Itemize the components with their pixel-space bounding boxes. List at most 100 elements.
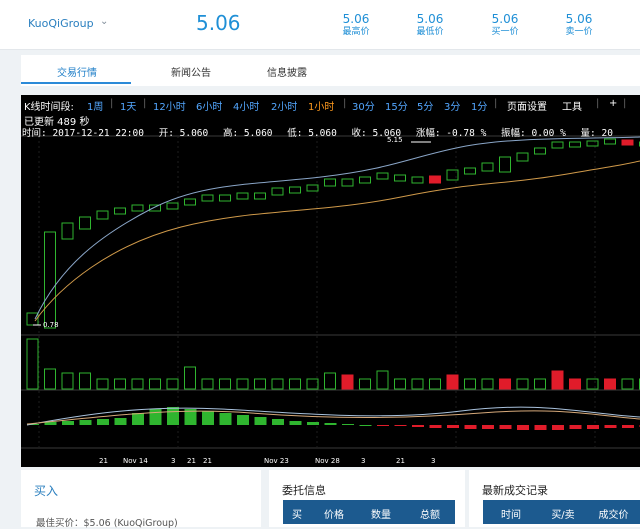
macd-bar-up bbox=[307, 422, 319, 425]
period-4h[interactable]: 4小时 bbox=[233, 98, 259, 113]
volume-bar-up bbox=[202, 379, 213, 389]
trades-panel: 最新成交记录 时间 买/卖 成交价 bbox=[469, 470, 640, 527]
period-12h[interactable]: 12小时 bbox=[153, 98, 186, 113]
period-30m[interactable]: 30分 bbox=[352, 98, 375, 113]
ohlc-amplitude: 振幅: 0.00 % bbox=[501, 128, 566, 139]
period-label: K线时间段: bbox=[24, 98, 74, 113]
volume-bar-down bbox=[605, 379, 616, 389]
volume-bar-up bbox=[482, 379, 493, 389]
candle-up bbox=[255, 193, 266, 199]
candle-up bbox=[185, 199, 196, 205]
col-total: 总额 bbox=[405, 506, 455, 521]
kline-chart[interactable]: 5.150.7821Nov 1432121Nov 23Nov 283213 K线… bbox=[21, 95, 640, 467]
tab-market[interactable]: 交易行情 bbox=[57, 64, 97, 79]
candle-up bbox=[587, 141, 598, 146]
col-side: 买/卖 bbox=[539, 506, 587, 521]
x-tick-label: Nov 14 bbox=[123, 457, 148, 465]
macd-bar-down bbox=[622, 425, 634, 428]
period-15m[interactable]: 15分 bbox=[385, 98, 408, 113]
separator: | bbox=[596, 98, 599, 109]
macd-bar-up bbox=[255, 417, 267, 425]
volume-bar-up bbox=[115, 379, 126, 389]
candle-up bbox=[80, 217, 91, 229]
macd-bar-up bbox=[202, 411, 214, 425]
candle-up bbox=[342, 179, 353, 186]
macd-bar-down bbox=[517, 425, 529, 430]
x-tick-label: 21 bbox=[396, 457, 405, 465]
crosshair-icon[interactable]: + bbox=[609, 98, 617, 109]
separator: | bbox=[110, 98, 113, 109]
ohlc-high: 高: 5.060 bbox=[223, 128, 273, 139]
volume-bar-up bbox=[395, 379, 406, 389]
volume-bar-up bbox=[27, 339, 38, 389]
candle-up bbox=[395, 175, 406, 181]
candle-down bbox=[430, 176, 441, 183]
volume-bar-up bbox=[622, 379, 633, 389]
period-1h[interactable]: 1小时 bbox=[308, 98, 334, 113]
x-tick-label: 3 bbox=[361, 457, 365, 465]
ohlc-close: 收: 5.060 bbox=[352, 128, 402, 139]
stat-high: 5.06 最高价 bbox=[326, 12, 386, 38]
orders-panel: 委托信息 买 价格 数量 总额 bbox=[269, 470, 465, 527]
stat-label: 卖一价 bbox=[549, 26, 609, 38]
macd-bar-down bbox=[482, 425, 494, 429]
candle-up bbox=[202, 195, 213, 201]
period-5m[interactable]: 5分 bbox=[417, 98, 433, 113]
macd-bar-up bbox=[115, 418, 127, 425]
x-tick-label: 3 bbox=[171, 457, 175, 465]
macd-bar-down bbox=[570, 425, 582, 429]
candle-up bbox=[220, 195, 231, 201]
chevron-down-icon[interactable]: ⌄ bbox=[100, 16, 108, 27]
page-settings-button[interactable]: 页面设置 bbox=[507, 98, 547, 113]
period-1w[interactable]: 1周 bbox=[87, 98, 103, 113]
separator: | bbox=[494, 98, 497, 109]
x-tick-label: 3 bbox=[431, 457, 435, 465]
candle-up bbox=[325, 179, 336, 186]
candle-up bbox=[482, 163, 493, 171]
ohlc-low: 低: 5.060 bbox=[287, 128, 337, 139]
stat-bid: 5.06 买一价 bbox=[475, 12, 535, 38]
chart-canvas: 5.150.7821Nov 1432121Nov 23Nov 283213 bbox=[21, 95, 640, 467]
macd-bar-up bbox=[167, 407, 179, 425]
candle-up bbox=[535, 148, 546, 154]
stat-value: 5.06 bbox=[549, 12, 609, 26]
candle-up bbox=[167, 203, 178, 209]
volume-bar-up bbox=[325, 373, 336, 389]
ma-long-line bbox=[35, 161, 640, 321]
volume-bar-up bbox=[80, 373, 91, 389]
candle-up bbox=[150, 205, 161, 211]
volume-bar-up bbox=[255, 379, 266, 389]
volume-bar-up bbox=[185, 367, 196, 389]
period-6h[interactable]: 6小时 bbox=[196, 98, 222, 113]
stat-value: 5.06 bbox=[326, 12, 386, 26]
volume-bar-up bbox=[360, 379, 371, 389]
candle-up bbox=[115, 208, 126, 214]
period-2h[interactable]: 2小时 bbox=[271, 98, 297, 113]
macd-bar-down bbox=[587, 425, 599, 429]
macd-bar-up bbox=[342, 424, 354, 425]
volume-bar-up bbox=[220, 379, 231, 389]
candle-up bbox=[290, 187, 301, 193]
candle-up bbox=[97, 211, 108, 219]
candle-up bbox=[45, 232, 56, 328]
volume-bar-up bbox=[377, 371, 388, 389]
col-trade-price: 成交价 bbox=[587, 506, 640, 521]
period-3m[interactable]: 3分 bbox=[444, 98, 460, 113]
candle-up bbox=[605, 139, 616, 144]
ohlc-change: 涨幅: -0.78 % bbox=[416, 128, 486, 139]
macd-bar-up bbox=[272, 419, 284, 425]
pair-selector[interactable]: KuoQiGroup bbox=[28, 17, 94, 30]
period-1d[interactable]: 1天 bbox=[120, 98, 136, 113]
volume-bar-up bbox=[307, 379, 318, 389]
buy-panel: 买入 最佳买价：$5.06 (KuoQiGroup) bbox=[21, 470, 261, 527]
tab-disclosure[interactable]: 信息披露 bbox=[267, 64, 307, 79]
tools-button[interactable]: 工具 bbox=[562, 98, 582, 113]
tab-news[interactable]: 新闻公告 bbox=[171, 64, 211, 79]
macd-bar-down bbox=[377, 425, 389, 426]
ma-short-line bbox=[35, 137, 640, 319]
volume-bar-up bbox=[167, 379, 178, 389]
candle-up bbox=[360, 177, 371, 183]
separator: | bbox=[343, 98, 346, 109]
period-1m[interactable]: 1分 bbox=[471, 98, 487, 113]
volume-bar-up bbox=[430, 379, 441, 389]
